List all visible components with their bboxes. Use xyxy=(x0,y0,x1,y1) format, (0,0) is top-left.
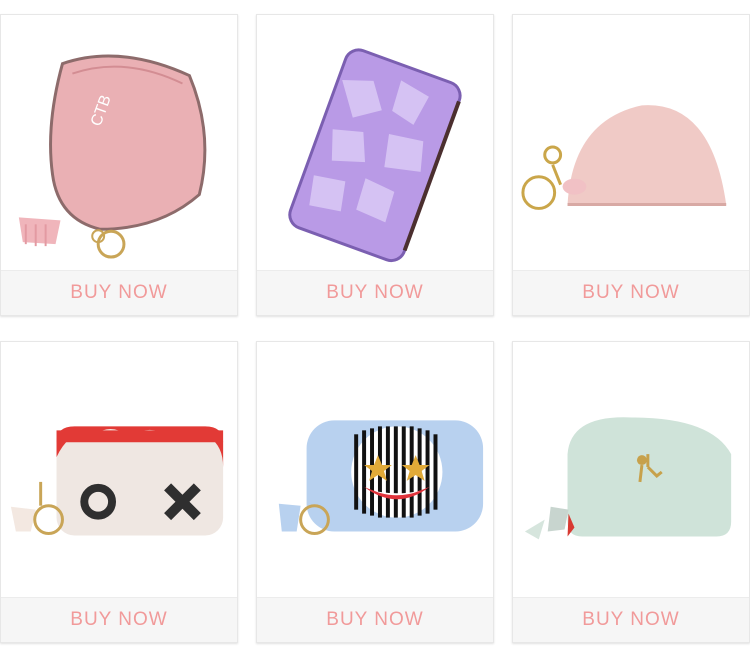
buy-now-button[interactable]: BUY NOW xyxy=(257,270,493,315)
product-image-1[interactable]: CTB xyxy=(1,15,237,272)
product-card-1[interactable]: CTB BUY NOW xyxy=(0,14,238,316)
product-card-2[interactable]: BUY NOW xyxy=(256,14,494,316)
product-card-3[interactable]: BUY NOW xyxy=(512,14,750,316)
product-image-3[interactable] xyxy=(513,15,749,272)
buy-now-button[interactable]: BUY NOW xyxy=(513,597,749,642)
product-card-6[interactable]: BUY NOW xyxy=(512,341,750,643)
product-image-5[interactable] xyxy=(257,342,493,599)
product-card-5[interactable]: BUY NOW xyxy=(256,341,494,643)
buy-now-button[interactable]: BUY NOW xyxy=(1,270,237,315)
buy-now-button[interactable]: BUY NOW xyxy=(513,270,749,315)
product-card-4[interactable]: BUY NOW xyxy=(0,341,238,643)
buy-now-button[interactable]: BUY NOW xyxy=(257,597,493,642)
product-image-2[interactable] xyxy=(257,15,493,272)
product-image-6[interactable] xyxy=(513,342,749,599)
product-image-4[interactable] xyxy=(1,342,237,599)
buy-now-button[interactable]: BUY NOW xyxy=(1,597,237,642)
